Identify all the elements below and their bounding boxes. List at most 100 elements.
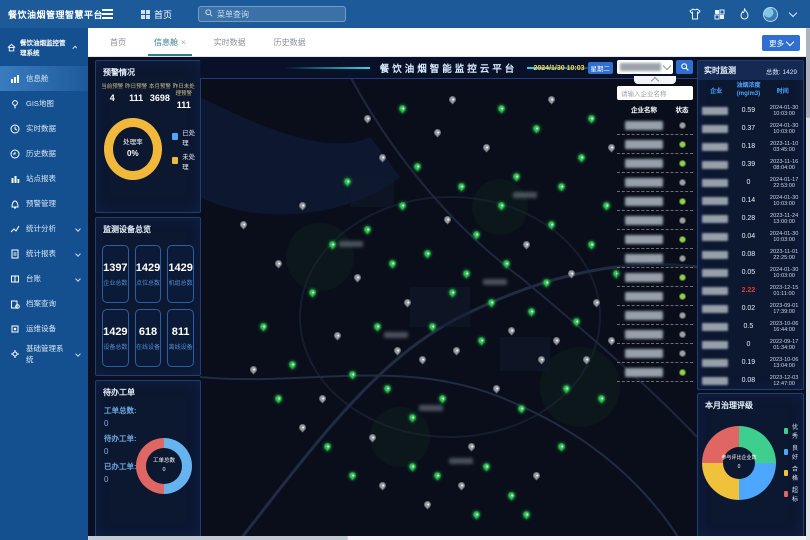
company-name-redacted — [698, 377, 732, 385]
blur-chip — [625, 292, 663, 301]
legend-label: 合格 — [792, 464, 800, 482]
user-avatar[interactable] — [763, 7, 778, 22]
company-list-row[interactable] — [617, 249, 693, 268]
reading-time: 2023-12-15 01:11:00 — [765, 285, 803, 297]
sidebar-item-base-system[interactable]: 基础管理系统 — [0, 341, 88, 366]
menu-search-input[interactable]: 菜单查询 — [198, 6, 346, 22]
company-list-row[interactable] — [617, 116, 693, 135]
menu-toggle-icon[interactable] — [102, 9, 113, 19]
collapse-panel-handle[interactable] — [634, 76, 676, 84]
company-name-redacted — [617, 197, 671, 206]
company-name-col: 企业名称 — [617, 104, 671, 114]
tab-信息舱[interactable]: 信息舱× — [148, 37, 192, 56]
sidebar-item-archive[interactable]: 档案查询 — [0, 291, 88, 316]
company-list-row[interactable] — [617, 306, 693, 325]
sidebar-item-gis-map[interactable]: GIS地图 — [0, 91, 88, 116]
realtime-monitor-panel: 实时监测 总数: 1429 企业 油烟浓度(mg/m3) 时间 0.592024… — [697, 60, 804, 390]
map-place-label — [419, 405, 443, 411]
company-search-button[interactable] — [676, 60, 693, 74]
company-status — [671, 198, 693, 205]
blur-chip — [702, 251, 728, 259]
blur-chip — [702, 125, 728, 133]
more-tabs-label: 更多 — [769, 38, 784, 49]
blur-chip — [625, 178, 663, 187]
sidebar-item-alarm[interactable]: 预警管理 — [0, 191, 88, 216]
sidebar-system-header[interactable]: 餐饮油烟监控管理系统 — [0, 28, 88, 66]
gis-map[interactable]: 餐饮油烟智能监控云平台 2024/1/30 10:03 星期二 — [200, 57, 697, 540]
realtime-row: 02022-09-17 01:34:00 — [698, 336, 803, 354]
sidebar-item-label: 实时数据 — [26, 123, 56, 134]
realtime-row: 02024-01-17 22:53:00 — [698, 174, 803, 192]
horizontal-scrollbar[interactable] — [88, 536, 806, 540]
sidebar-item-device[interactable]: 运维设备 — [0, 316, 88, 341]
legend-label: 未处理 — [182, 151, 200, 171]
realtime-title: 实时监测 — [704, 65, 736, 76]
topbar-actions — [688, 7, 810, 22]
tab-首页[interactable]: 首页 — [104, 37, 132, 56]
company-list-row[interactable] — [617, 268, 693, 287]
flame-notification-icon[interactable] — [738, 8, 751, 21]
company-list-row[interactable] — [617, 154, 693, 173]
sidebar-item-dashboard[interactable]: 信息舱 — [0, 66, 88, 91]
tab-实时数据[interactable]: 实时数据 — [208, 37, 252, 56]
company-name-redacted — [698, 269, 732, 277]
company-list-row[interactable] — [617, 192, 693, 211]
company-list-row[interactable] — [617, 325, 693, 344]
user-menu-chevron-icon[interactable] — [789, 8, 797, 16]
tab-close-icon[interactable]: × — [181, 38, 186, 47]
dashboard-content: 餐饮油烟智能监控云平台 2024/1/30 10:03 星期二 — [88, 57, 806, 540]
blur-chip — [625, 216, 663, 225]
company-select-dropdown[interactable] — [617, 60, 673, 74]
collapse-up-icon — [72, 45, 77, 50]
sidebar-item-ledger[interactable]: 台账 — [0, 266, 88, 291]
company-list-row[interactable] — [617, 287, 693, 306]
blur-chip — [702, 305, 728, 313]
company-list-row[interactable] — [617, 211, 693, 230]
company-status — [671, 293, 693, 300]
company-name-redacted — [617, 368, 671, 377]
alarm-stat-label: 本月预警 — [149, 84, 172, 91]
company-list-row[interactable] — [617, 363, 693, 382]
legend-swatch — [784, 491, 788, 497]
sidebar-item-stat-report[interactable]: 统计报表 — [0, 241, 88, 266]
status-online-dot — [679, 160, 686, 167]
company-status — [671, 236, 693, 243]
alarm-panel: 预警情况 当前预警4昨日预警111本月预警3698昨日未处理预警111 处理率 … — [95, 60, 201, 213]
company-name-input[interactable]: 请输入企业名称 — [617, 86, 693, 100]
company-name-redacted — [698, 107, 732, 115]
sidebar-item-realtime[interactable]: 实时数据 — [0, 116, 88, 141]
legend-label: 优秀 — [792, 422, 800, 440]
blur-chip — [625, 140, 663, 149]
blur-chip — [702, 179, 728, 187]
sidebar-item-analysis[interactable]: 统计分析 — [0, 216, 88, 241]
datetime-text: 2024/1/30 10:03 — [534, 65, 585, 72]
device-card-label: 点位总数 — [136, 278, 160, 287]
company-list-row[interactable] — [617, 135, 693, 154]
tab-label: 实时数据 — [214, 38, 246, 47]
layout-grid-icon[interactable] — [713, 8, 726, 21]
company-status — [671, 312, 693, 319]
device-card: 1429点位总数 — [135, 245, 162, 303]
vertical-scrollbar[interactable] — [806, 28, 810, 540]
blur-chip — [702, 359, 728, 367]
reading-time: 2024-01-30 10:03:00 — [765, 195, 803, 207]
sidebar-item-site-report[interactable]: 站点报表 — [0, 166, 88, 191]
map-place-label — [339, 241, 363, 247]
map-place-label — [513, 192, 537, 198]
more-tabs-button[interactable]: 更多 — [762, 35, 800, 51]
topbar-home-link[interactable]: 首页 — [141, 8, 172, 21]
sidebar-item-history[interactable]: 历史数据 — [0, 141, 88, 166]
rating-panel-title: 本月治理评级 — [698, 394, 803, 413]
company-list — [617, 116, 693, 382]
device-card-value: 811 — [172, 326, 190, 338]
tab-历史数据[interactable]: 历史数据 — [268, 37, 312, 56]
company-list-row[interactable] — [617, 173, 693, 192]
map-place-label — [483, 279, 507, 285]
legend-item: 已处理 — [172, 127, 200, 147]
realtime-row: 0.022023-09-01 17:39:00 — [698, 300, 803, 318]
company-list-row[interactable] — [617, 344, 693, 363]
device-card-value: 1397 — [103, 262, 127, 274]
company-list-row[interactable] — [617, 230, 693, 249]
company-name-redacted — [698, 287, 732, 295]
theme-skin-icon[interactable] — [688, 8, 701, 21]
